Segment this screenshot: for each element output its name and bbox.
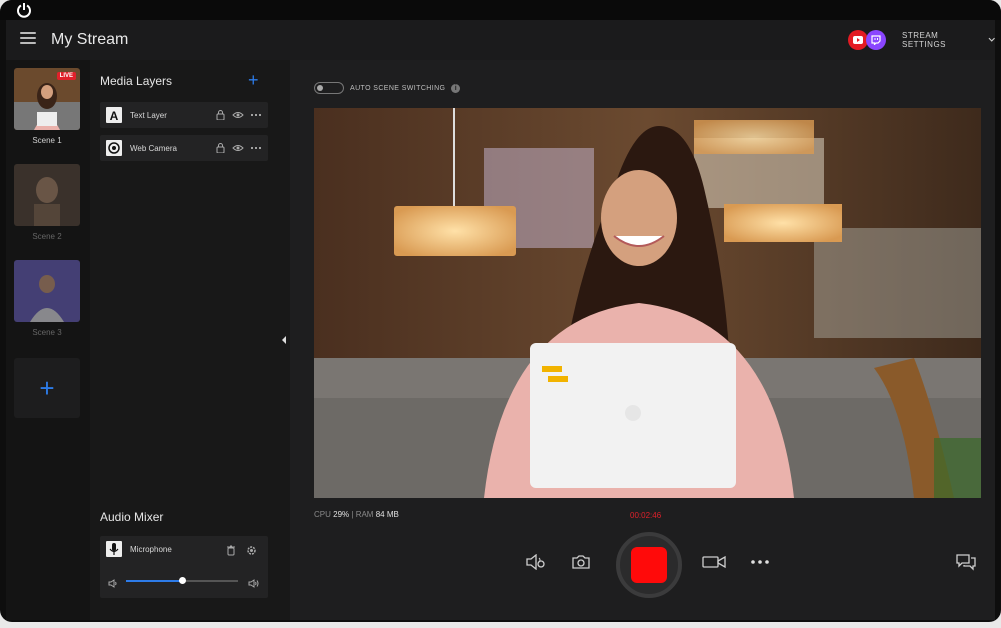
volume-slider-knob[interactable] (179, 577, 186, 584)
gear-icon[interactable] (246, 543, 257, 561)
video-preview[interactable] (314, 108, 981, 498)
title-strip (0, 0, 1001, 20)
scene-item-2[interactable]: Scene 2 (14, 164, 80, 241)
plus-icon: + (39, 372, 55, 403)
volume-low-icon[interactable] (108, 575, 118, 593)
snapshot-camera-icon[interactable] (569, 550, 593, 574)
stage-area: AUTO SCENE SWITCHING i CPU 29% | RAM 84 … (290, 60, 995, 620)
stream-settings-button[interactable]: STREAM SETTINGS (894, 28, 995, 52)
record-button[interactable] (616, 532, 682, 598)
add-layer-button[interactable]: + (248, 70, 259, 91)
auto-scene-toggle[interactable] (314, 82, 344, 94)
more-options-icon[interactable] (250, 109, 262, 121)
app-window: My Stream STREAM SETTINGS LIVE Scene 1 S… (0, 0, 1001, 622)
info-icon[interactable]: i (451, 83, 461, 93)
volume-slider[interactable] (126, 577, 238, 584)
scene-item-1[interactable]: LIVE Scene 1 (14, 68, 80, 145)
hamburger-menu-icon[interactable] (20, 32, 36, 46)
scene-label: Scene 3 (32, 328, 62, 337)
text-layer-icon: A (106, 107, 122, 123)
auto-scene-switching: AUTO SCENE SWITCHING i (314, 82, 461, 94)
layer-row-text[interactable]: A Text Layer (100, 102, 268, 128)
audio-mixer-title: Audio Mixer (100, 510, 164, 524)
scene-thumbnail (14, 260, 80, 322)
ram-label: RAM (355, 510, 374, 519)
cpu-label: CPU (314, 510, 331, 519)
recording-timer: 00:02:46 (630, 511, 662, 520)
scene-thumbnail: LIVE (14, 68, 80, 130)
performance-stats: CPU 29% | RAM 84 MB (314, 510, 399, 519)
trash-icon[interactable] (226, 543, 236, 561)
speaker-settings-icon[interactable] (524, 550, 548, 574)
record-stop-icon (631, 547, 667, 583)
scene-list: LIVE Scene 1 Scene 2 Scene 3 + (6, 60, 90, 620)
live-badge: LIVE (56, 72, 76, 80)
media-layers-title: Media Layers (100, 74, 173, 88)
scene-item-3[interactable]: Scene 3 (14, 260, 80, 337)
volume-high-icon[interactable] (248, 575, 260, 593)
cpu-value: 29% (333, 510, 350, 519)
auto-scene-label: AUTO SCENE SWITCHING (350, 84, 446, 92)
layer-name: Web Camera (130, 143, 177, 153)
collapse-panel-arrow[interactable] (282, 336, 286, 344)
youtube-icon[interactable] (848, 30, 868, 50)
control-bar (290, 530, 995, 620)
eye-icon[interactable] (232, 142, 244, 154)
layers-panel: Media Layers + A Text Layer Web Camera A… (90, 60, 290, 620)
video-camera-icon[interactable] (702, 550, 726, 574)
add-scene-button[interactable]: + (14, 358, 80, 418)
more-options-icon[interactable] (250, 142, 262, 154)
eye-icon[interactable] (232, 109, 244, 121)
twitch-icon[interactable] (866, 30, 886, 50)
ram-value: 84 MB (375, 510, 399, 519)
lock-icon[interactable] (214, 109, 226, 121)
chevron-down-icon (988, 37, 995, 42)
scene-label: Scene 2 (32, 232, 62, 241)
layer-row-webcam[interactable]: Web Camera (100, 135, 268, 161)
lock-icon[interactable] (214, 142, 226, 154)
camera-feed-image (314, 108, 981, 498)
more-options-icon[interactable] (748, 550, 772, 574)
channel-name: Microphone (130, 545, 172, 554)
audio-channel-microphone: Microphone (100, 536, 268, 598)
scene-thumbnail (14, 164, 80, 226)
app-logo-icon (17, 3, 31, 18)
volume-slider-fill (126, 580, 182, 582)
app-title: My Stream (51, 31, 129, 48)
camera-icon (106, 140, 122, 156)
svg-text:A: A (110, 109, 119, 123)
stream-settings-label: STREAM SETTINGS (902, 31, 947, 49)
chat-icon[interactable] (954, 550, 978, 574)
app-bar: My Stream STREAM SETTINGS (6, 20, 995, 60)
scene-label: Scene 1 (32, 136, 62, 145)
microphone-icon (106, 541, 122, 562)
layer-name: Text Layer (130, 110, 167, 120)
